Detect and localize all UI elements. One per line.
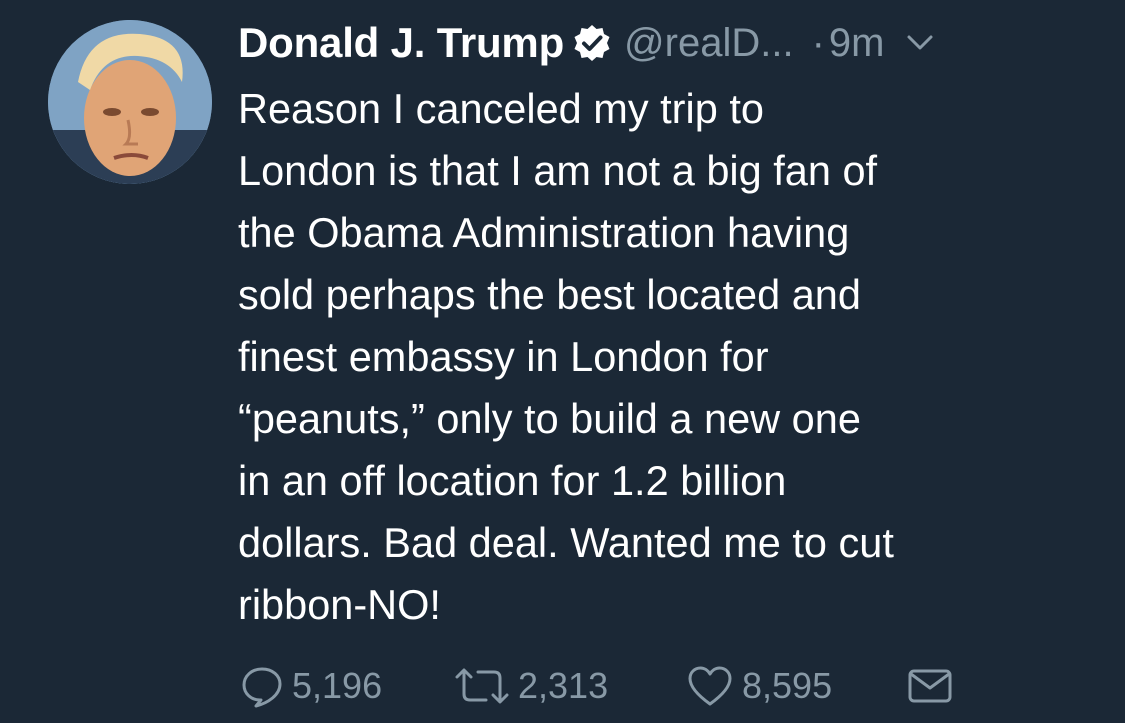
tweet-text-line: in an off location for 1.2 billion xyxy=(238,457,787,504)
tweet-actions: 5,196 2,313 8,595 xyxy=(240,660,1100,712)
tweet[interactable]: Donald J. Trump @realD... · 9m Reason I … xyxy=(0,0,1125,723)
avatar[interactable] xyxy=(48,20,212,184)
reply-button[interactable]: 5,196 xyxy=(240,660,382,712)
user-handle[interactable]: @realD... xyxy=(624,21,794,66)
retweet-arrows-icon xyxy=(455,668,509,704)
avatar-image xyxy=(48,20,212,184)
reply-count: 5,196 xyxy=(292,665,383,706)
verified-badge-icon xyxy=(572,23,612,63)
tweet-text-line: ribbon-NO! xyxy=(238,581,441,628)
tweet-text-line: finest embassy in London for xyxy=(238,333,769,380)
like-button[interactable]: 8,595 xyxy=(686,660,832,712)
tweet-text-line: sold perhaps the best located and xyxy=(238,271,861,318)
like-count: 8,595 xyxy=(742,665,833,706)
direct-message-button[interactable] xyxy=(906,660,954,712)
tweet-text-line: “peanuts,” only to build a new one xyxy=(238,395,861,442)
tweet-text-line: dollars. Bad deal. Wanted me to cut xyxy=(238,519,894,566)
tweet-text-line: the Obama Administration having xyxy=(238,209,850,256)
timestamp[interactable]: 9m xyxy=(829,21,885,66)
envelope-icon xyxy=(908,669,952,703)
retweet-count: 2,313 xyxy=(518,665,609,706)
display-name[interactable]: Donald J. Trump xyxy=(238,19,564,67)
tweet-text: Reason I canceled my trip to London is t… xyxy=(238,78,1098,636)
tweet-text-line: London is that I am not a big fan of xyxy=(238,147,878,194)
tweet-text-line: Reason I canceled my trip to xyxy=(238,85,764,132)
retweet-button[interactable]: 2,313 xyxy=(454,660,608,712)
heart-icon xyxy=(688,666,732,706)
tweet-header: Donald J. Trump @realD... · 9m xyxy=(238,14,1098,72)
speech-bubble-icon xyxy=(242,667,282,708)
chevron-down-icon[interactable] xyxy=(906,34,934,52)
separator-dot: · xyxy=(811,20,825,65)
tweet-content: Donald J. Trump @realD... · 9m Reason I … xyxy=(238,14,1098,636)
